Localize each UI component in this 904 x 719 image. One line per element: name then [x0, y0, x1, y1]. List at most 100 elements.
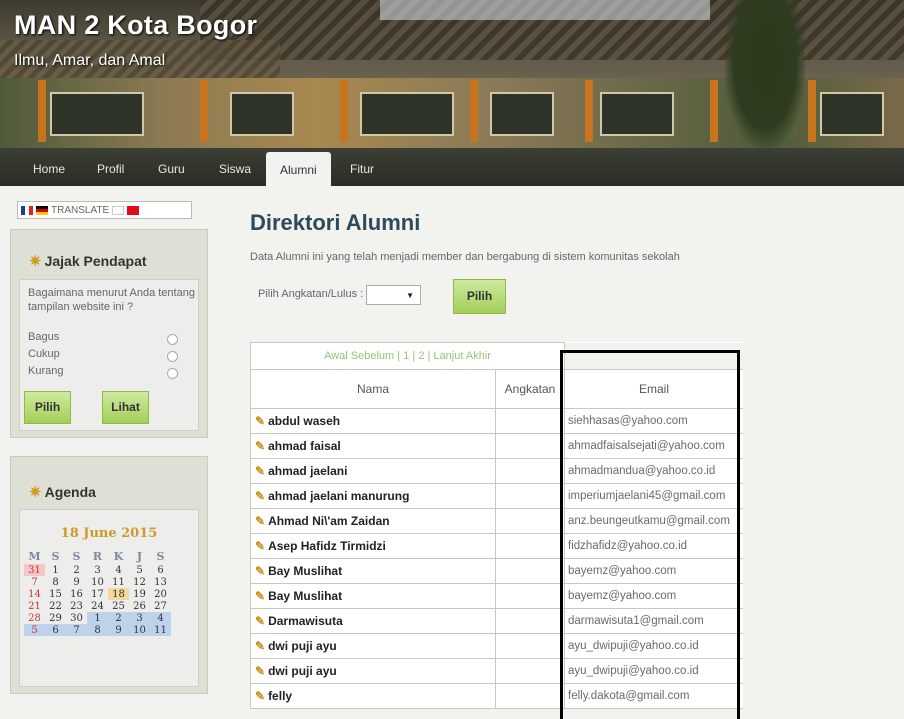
poll-vote-button[interactable]: Pilih: [24, 391, 71, 424]
calendar-day[interactable]: 8: [45, 576, 66, 588]
pager-first-link[interactable]: Awal: [324, 350, 348, 362]
angkatan-select[interactable]: ▼: [366, 285, 421, 305]
poll-view-results-button[interactable]: Lihat: [102, 391, 149, 424]
angkatan-filter-label: Pilih Angkatan/Lulus :: [258, 288, 364, 300]
pencil-icon: ✎: [255, 539, 266, 553]
table-row: ✎ abdul waseh siehhasas@yahoo.com: [250, 408, 743, 434]
calendar-day[interactable]: 11: [150, 624, 171, 636]
calendar-day[interactable]: 1: [87, 612, 108, 624]
calendar-day[interactable]: 12: [129, 576, 150, 588]
site-tagline: Ilmu, Amar, dan Amal: [14, 52, 166, 69]
alumni-name[interactable]: ahmad jaelani manurung: [268, 489, 409, 503]
alumni-name[interactable]: dwi puji ayu: [268, 639, 337, 653]
calendar-day[interactable]: 11: [108, 576, 129, 588]
pager-prev-link[interactable]: Sebelum: [351, 350, 394, 362]
pencil-icon: ✎: [255, 689, 266, 703]
calendar-day[interactable]: 6: [150, 564, 171, 576]
calendar-day[interactable]: 29: [45, 612, 66, 624]
pager-page-link[interactable]: 2: [418, 350, 424, 362]
nav-item-home[interactable]: Home: [33, 162, 65, 176]
alumni-name[interactable]: ahmad faisal: [268, 439, 341, 453]
nav-item-alumni[interactable]: Alumni: [266, 152, 331, 186]
header-pillar-image: [808, 80, 816, 142]
alumni-name[interactable]: Bay Muslihat: [268, 589, 342, 603]
calendar-day[interactable]: 7: [66, 624, 87, 636]
calendar-day[interactable]: 25: [108, 600, 129, 612]
calendar-day[interactable]: 14: [24, 588, 45, 600]
calendar-day[interactable]: 27: [150, 600, 171, 612]
alumni-email: ayu_dwipuji@yahoo.co.id: [564, 658, 743, 684]
header-window-image: [600, 92, 674, 136]
calendar-day[interactable]: 22: [45, 600, 66, 612]
calendar-day[interactable]: 9: [108, 624, 129, 636]
alumni-name[interactable]: ahmad jaelani: [268, 464, 347, 478]
calendar-day[interactable]: 20: [150, 588, 171, 600]
alumni-angkatan: [495, 433, 565, 459]
header-pillar-image: [200, 80, 208, 142]
alumni-name[interactable]: abdul waseh: [268, 414, 340, 428]
poll-option-label: Kurang: [28, 365, 64, 377]
site-title[interactable]: MAN 2 Kota Bogor: [14, 10, 257, 41]
calendar-day[interactable]: 10: [129, 624, 150, 636]
filter-pilih-button[interactable]: Pilih: [453, 279, 506, 314]
calendar-day[interactable]: 31: [24, 564, 45, 576]
calendar-day[interactable]: 2: [66, 564, 87, 576]
calendar-day[interactable]: 8: [87, 624, 108, 636]
pager-page-link[interactable]: 1: [403, 350, 409, 362]
page-description: Data Alumni ini yang telah menjadi membe…: [250, 251, 680, 263]
alumni-name[interactable]: dwi puji ayu: [268, 664, 337, 678]
calendar-day[interactable]: 30: [66, 612, 87, 624]
alumni-name[interactable]: Bay Muslihat: [268, 564, 342, 578]
alumni-angkatan: [495, 683, 565, 709]
calendar-day[interactable]: 17: [87, 588, 108, 600]
calendar-day[interactable]: 2: [108, 612, 129, 624]
flag-france-icon[interactable]: [21, 205, 33, 215]
alumni-name[interactable]: Asep Hafidz Tirmidzi: [268, 539, 386, 553]
calendar-day[interactable]: 26: [129, 600, 150, 612]
flag-korea-icon[interactable]: [112, 205, 125, 215]
flag-germany-icon[interactable]: [36, 205, 48, 215]
calendar-day-today[interactable]: 18: [108, 588, 129, 600]
calendar-day[interactable]: 23: [66, 600, 87, 612]
nav-item-guru[interactable]: Guru: [158, 162, 185, 176]
alumni-angkatan: [495, 633, 565, 659]
poll-option-radio[interactable]: [167, 334, 178, 345]
calendar-day[interactable]: 7: [24, 576, 45, 588]
calendar-day[interactable]: 19: [129, 588, 150, 600]
alumni-email: fidzhafidz@yahoo.co.id: [564, 533, 743, 559]
translate-widget[interactable]: TRANSLATE: [17, 201, 192, 219]
calendar-day[interactable]: 6: [45, 624, 66, 636]
calendar-day[interactable]: 5: [129, 564, 150, 576]
pager-next-link[interactable]: Lanjut: [433, 350, 463, 362]
calendar-day[interactable]: 3: [87, 564, 108, 576]
pencil-icon: ✎: [255, 414, 266, 428]
alumni-name[interactable]: Ahmad Ni\'am Zaidan: [268, 514, 390, 528]
poll-option-label: Cukup: [28, 348, 60, 360]
calendar-day[interactable]: 9: [66, 576, 87, 588]
calendar-day[interactable]: 16: [66, 588, 87, 600]
calendar-day[interactable]: 1: [45, 564, 66, 576]
alumni-name[interactable]: Darmawisuta: [268, 614, 343, 628]
calendar-day[interactable]: 15: [45, 588, 66, 600]
nav-item-profil[interactable]: Profil: [97, 162, 124, 176]
calendar-day[interactable]: 10: [87, 576, 108, 588]
flag-turkey-icon[interactable]: [127, 205, 140, 215]
calendar-day[interactable]: 24: [87, 600, 108, 612]
calendar-box: 18 June 2015 M S S R K J S 31 1 2 3 4 5 …: [19, 509, 199, 687]
poll-option-radio[interactable]: [167, 351, 178, 362]
nav-item-siswa[interactable]: Siswa: [219, 162, 251, 176]
calendar-day[interactable]: 21: [24, 600, 45, 612]
pager-last-link[interactable]: Akhir: [466, 350, 491, 362]
calendar-day[interactable]: 13: [150, 576, 171, 588]
calendar-day[interactable]: 28: [24, 612, 45, 624]
alumni-name[interactable]: felly: [268, 689, 292, 703]
poll-option-radio[interactable]: [167, 368, 178, 379]
nav-item-fitur[interactable]: Fitur: [350, 162, 374, 176]
calendar-day[interactable]: 4: [150, 612, 171, 624]
alumni-email: ahmadmandua@yahoo.co.id: [564, 458, 743, 484]
calendar-day[interactable]: 3: [129, 612, 150, 624]
alumni-angkatan: [495, 408, 565, 434]
agenda-title: ✷ Agenda: [29, 484, 96, 501]
calendar-day[interactable]: 4: [108, 564, 129, 576]
calendar-day[interactable]: 5: [24, 624, 45, 636]
